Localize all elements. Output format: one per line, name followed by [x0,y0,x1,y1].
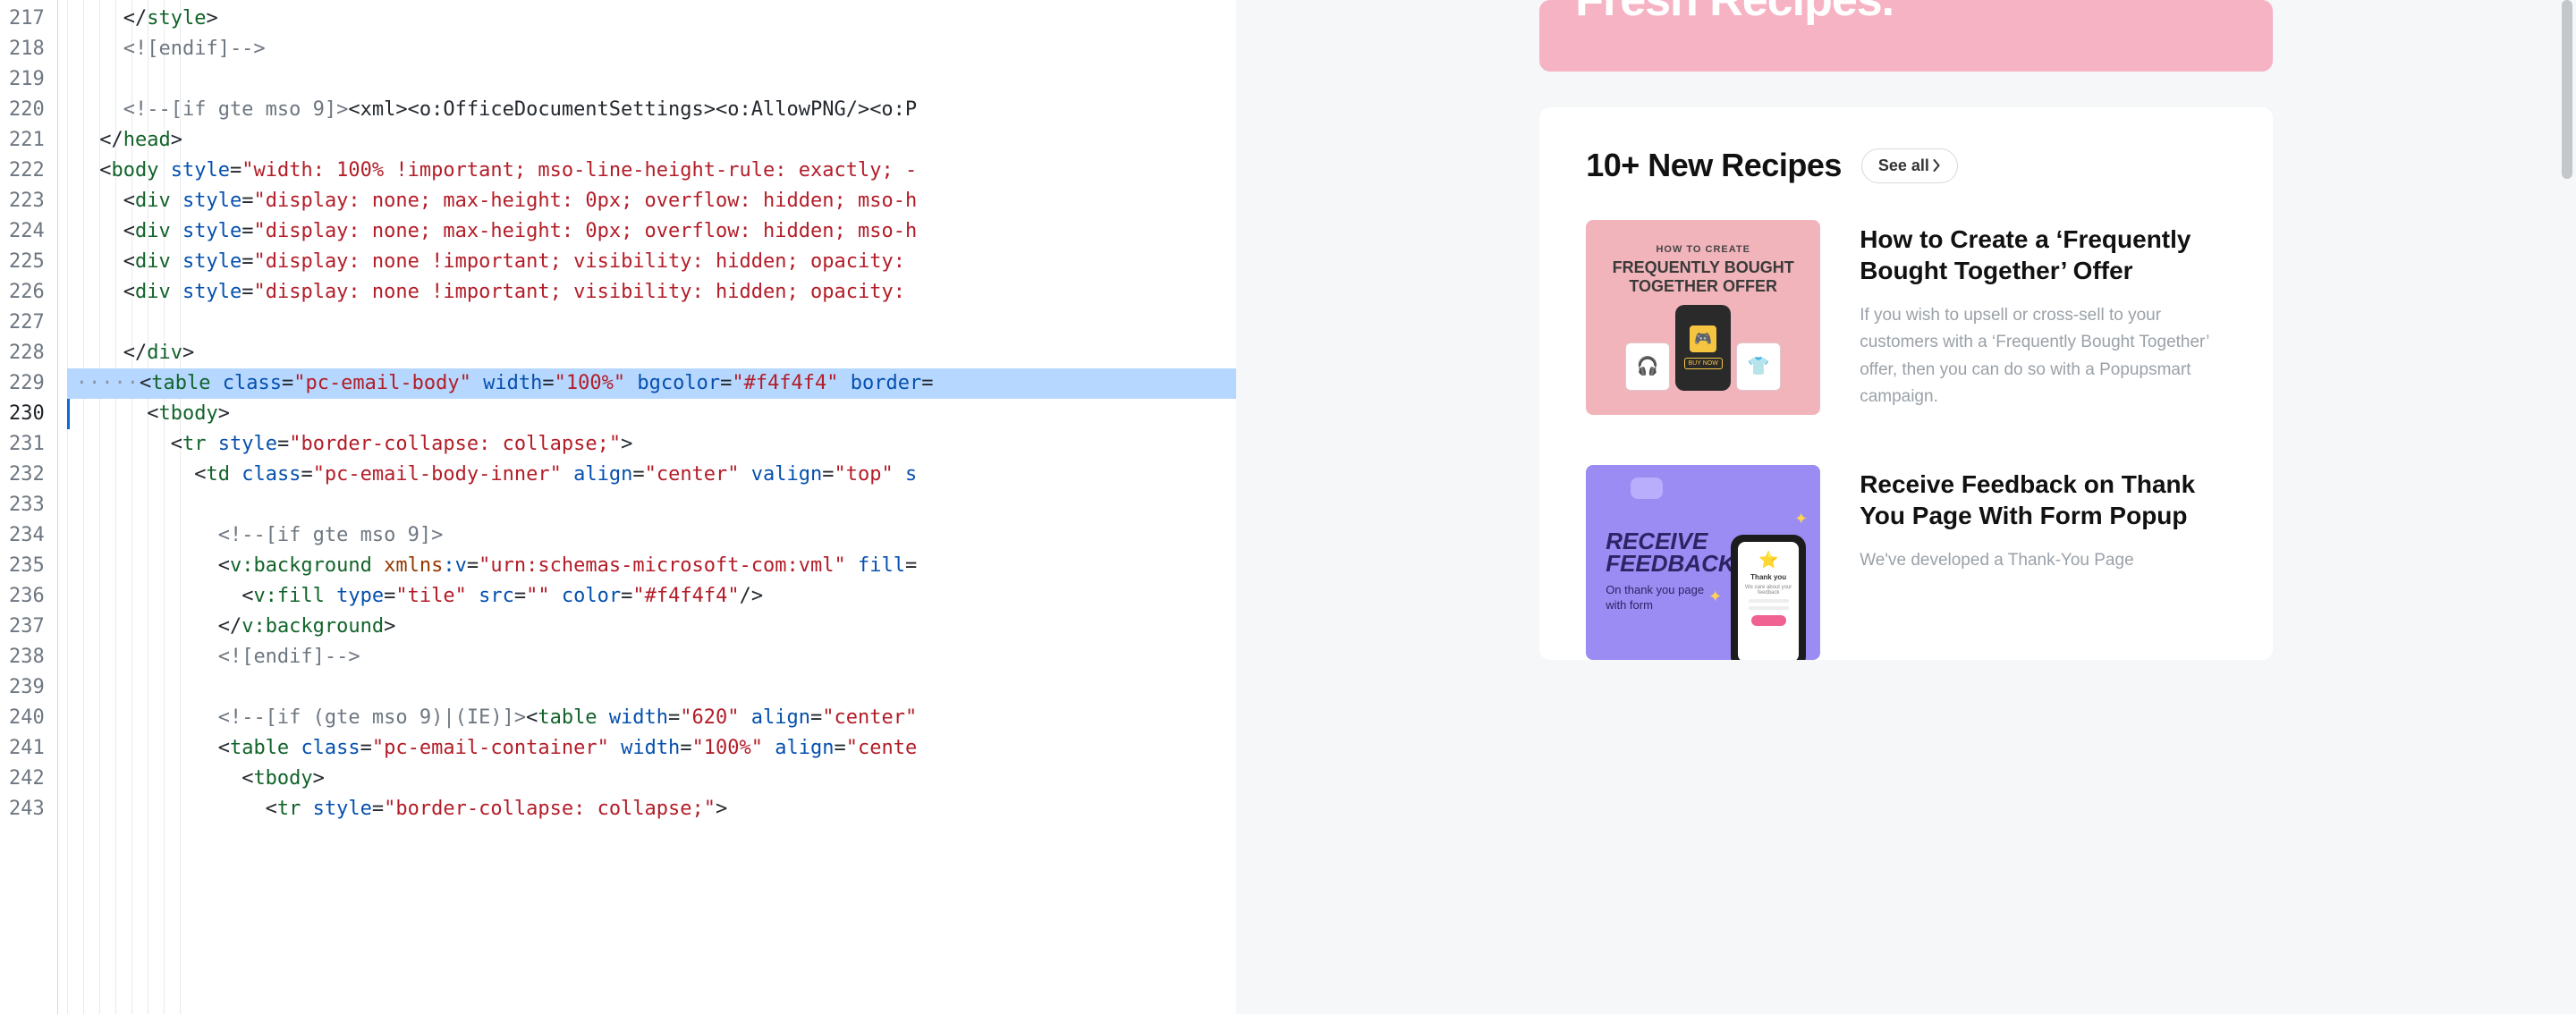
line-number: 237 [9,612,45,642]
line-number: 223 [9,186,45,216]
content-card: 10+ New Recipes See all HOW TO CREATE FR… [1539,107,2273,660]
code-line[interactable]: <!--[if gte mso 9]> [67,520,1237,551]
code-line[interactable]: <tr style="border-collapse: collapse;"> [67,429,1237,460]
screen-title: Thank you [1750,573,1786,581]
line-number: 224 [9,216,45,247]
article-title: How to Create a ‘Frequently Bought Toget… [1860,224,2226,286]
code-line[interactable]: <tr style="border-collapse: collapse;"> [67,794,1237,824]
email-preview-pane: Fresh Recipes. 10+ New Recipes See all H… [1236,0,2576,1014]
code-line[interactable] [67,64,1237,95]
thumb-headline: FREQUENTLY BOUGHT TOGETHER OFFER [1586,258,1820,295]
line-number: 219 [9,64,45,95]
sparkle-icon: ✦ [1708,587,1722,606]
code-line[interactable]: <!--[if gte mso 9]><xml><o:OfficeDocumen… [67,95,1237,125]
article-title: Receive Feedback on Thank You Page With … [1860,469,2226,531]
thumb-sub: On thank you page with form [1606,583,1704,613]
chevron-right-icon [1933,159,1941,172]
line-number: 232 [9,460,45,490]
line-number: 241 [9,733,45,764]
code-line[interactable] [67,672,1237,703]
headphones-icon: 🎧 [1625,342,1670,391]
line-number: 227 [9,308,45,338]
line-number: 235 [9,551,45,581]
hero-text: Fresh Recipes. [1575,0,1894,23]
code-line[interactable]: <body style="width: 100% !important; mso… [67,156,1237,186]
line-number: 234 [9,520,45,551]
star-icon: ⭐ [1758,551,1778,570]
code-area[interactable]: </style> <![endif]--> <!--[if gte mso 9]… [57,0,1237,1014]
line-number: 221 [9,125,45,156]
scrollbar[interactable] [2560,0,2572,1014]
line-number: 225 [9,247,45,277]
article-item[interactable]: HOW TO CREATE FREQUENTLY BOUGHT TOGETHER… [1586,220,2226,415]
hero-banner: Fresh Recipes. [1539,0,2273,72]
article-thumbnail: HOW TO CREATE FREQUENTLY BOUGHT TOGETHER… [1586,220,1820,415]
speech-bubble-icon [1631,477,1663,499]
line-number: 236 [9,581,45,612]
card-title: 10+ New Recipes [1586,147,1842,184]
code-line[interactable]: <div style="display: none; max-height: 0… [67,186,1237,216]
code-line[interactable]: <v:background xmlns:v="urn:schemas-micro… [67,551,1237,581]
gamepad-icon: 🎮 [1690,325,1716,352]
code-line[interactable] [67,490,1237,520]
code-line[interactable]: <div style="display: none !important; vi… [67,277,1237,308]
code-line[interactable]: <div style="display: none !important; vi… [67,247,1237,277]
line-number: 220 [9,95,45,125]
code-line[interactable]: <v:fill type="tile" src="" color="#f4f4f… [67,581,1237,612]
article-item[interactable]: RECEIVE FEEDBACK On thank you page with … [1586,465,2226,660]
line-number: 231 [9,429,45,460]
line-number: 239 [9,672,45,703]
article-description: If you wish to upsell or cross-sell to y… [1860,302,2226,411]
phone-graphic: ⭐ Thank you We care about your feedback [1731,535,1806,660]
phone-graphic: 🎮 BUY NOW [1675,305,1731,391]
code-line[interactable] [67,308,1237,338]
code-line[interactable]: <td class="pc-email-body-inner" align="c… [67,460,1237,490]
code-line[interactable]: <!--[if (gte mso 9)|(IE)]><table width="… [67,703,1237,733]
line-number: 243 [9,794,45,824]
line-number: 217 [9,4,45,34]
sparkle-icon: ✦ [1794,510,1808,528]
code-line[interactable]: </head> [67,125,1237,156]
see-all-button[interactable]: See all [1861,148,1958,183]
code-line[interactable]: <div style="display: none; max-height: 0… [67,216,1237,247]
code-line[interactable]: <![endif]--> [67,34,1237,64]
line-number: 218 [9,34,45,64]
line-number: 242 [9,764,45,794]
buy-now-label: BUY NOW [1684,358,1723,369]
line-number: 226 [9,277,45,308]
code-line[interactable]: </style> [67,4,1237,34]
tshirt-icon: 👕 [1736,342,1781,391]
line-number: 228 [9,338,45,368]
screen-sub: We care about your feedback [1743,585,1793,596]
code-editor-pane: 2172182192202212222232242252262272282292… [0,0,1236,1014]
code-line[interactable]: <![endif]--> [67,642,1237,672]
code-line[interactable]: <table class="pc-email-body" width="100%… [67,368,1237,399]
code-line[interactable]: </v:background> [67,612,1237,642]
line-number-gutter: 2172182192202212222232242252262272282292… [0,0,57,1014]
article-thumbnail: RECEIVE FEEDBACK On thank you page with … [1586,465,1820,660]
line-number: 240 [9,703,45,733]
code-line[interactable]: <table class="pc-email-container" width=… [67,733,1237,764]
see-all-label: See all [1878,156,1929,175]
scrollbar-thumb[interactable] [2562,0,2572,179]
code-line[interactable]: <tbody> [67,399,1237,429]
thumb-overline: HOW TO CREATE [1656,244,1750,255]
code-line[interactable]: <tbody> [67,764,1237,794]
line-number: 229 [9,368,45,399]
line-number: 238 [9,642,45,672]
line-number: 233 [9,490,45,520]
code-line[interactable]: </div> [67,338,1237,368]
line-number: 222 [9,156,45,186]
article-description: We've developed a Thank-You Page [1860,547,2226,574]
line-number: 230 [9,399,45,429]
